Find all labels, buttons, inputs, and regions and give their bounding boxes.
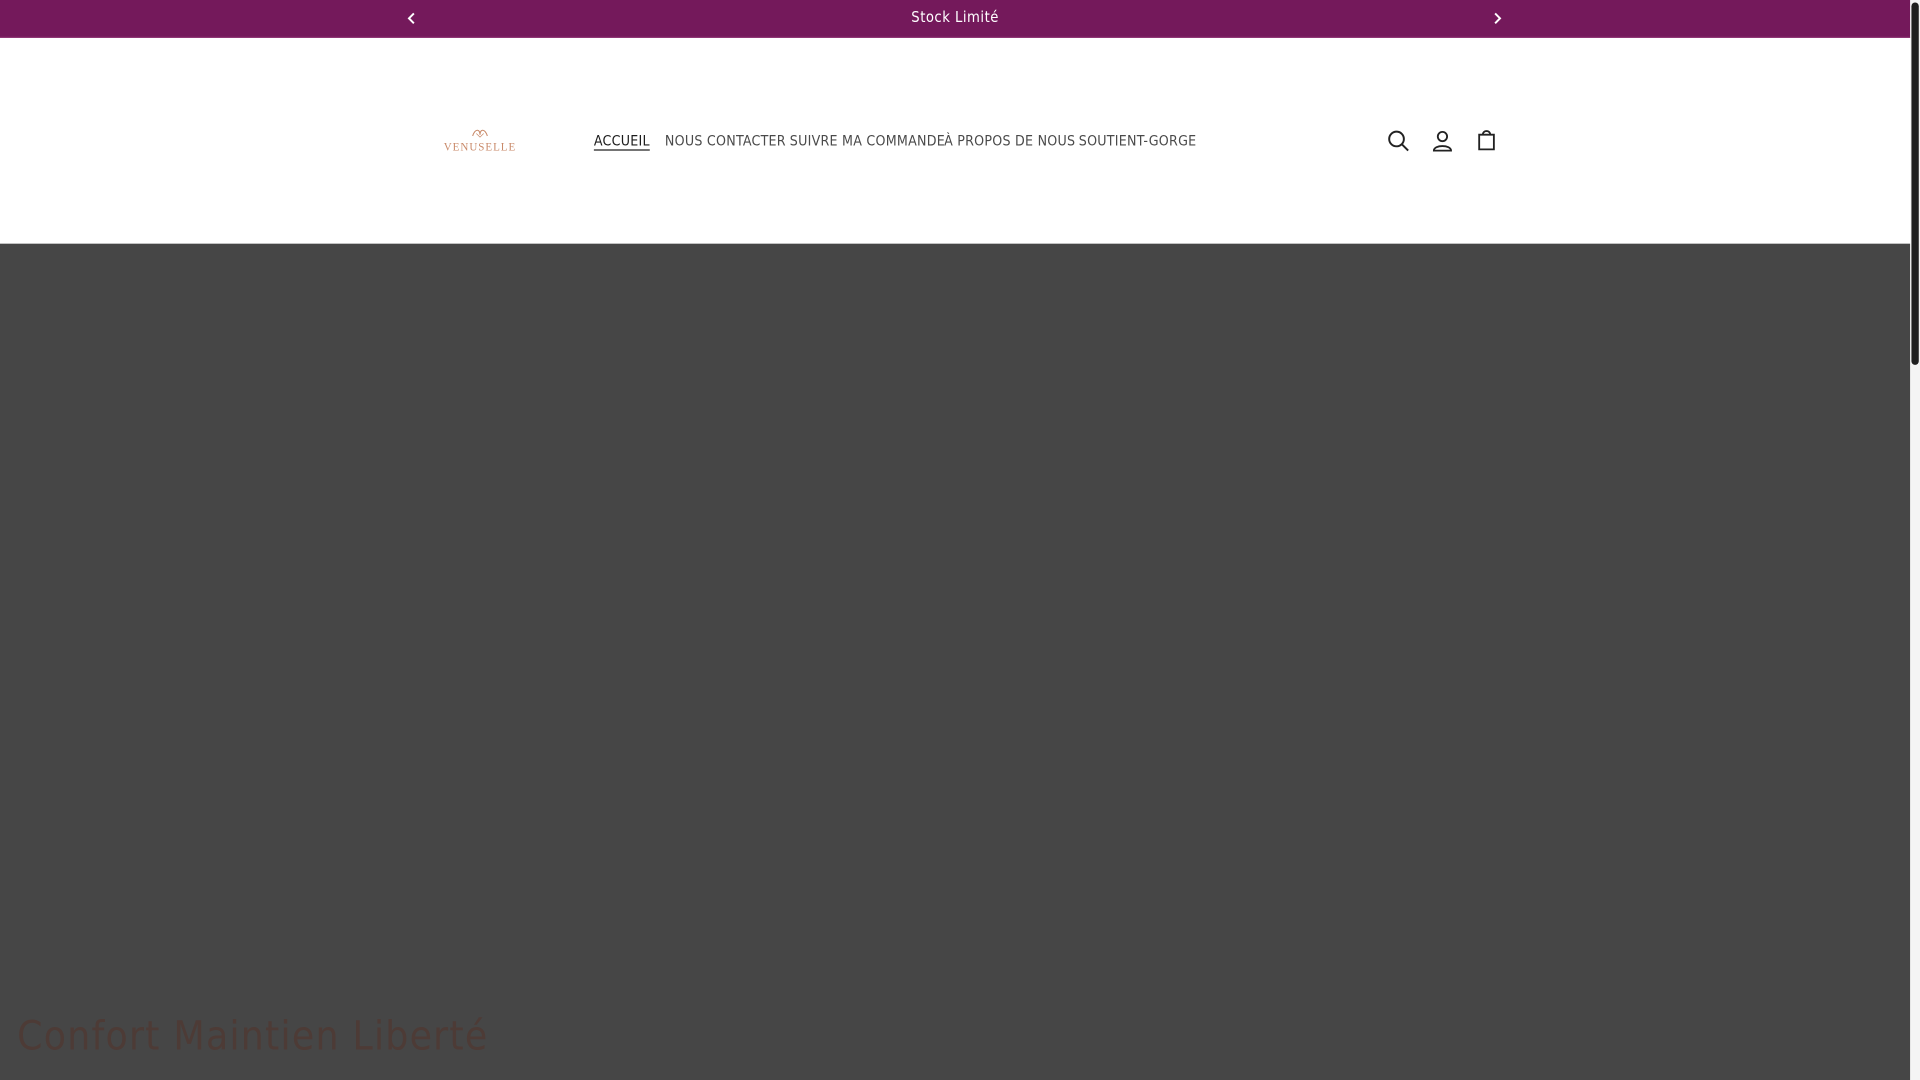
nav-accueil[interactable]: ACCUEIL xyxy=(594,132,650,149)
cart-icon[interactable] xyxy=(1473,127,1500,154)
hero-banner: Confort Maintien Liberté xyxy=(0,243,1911,1080)
hero-title: Confort Maintien Liberté xyxy=(17,1011,489,1060)
search-icon[interactable] xyxy=(1385,127,1412,154)
venuselle-logo[interactable]: VENUSELLE xyxy=(441,126,519,155)
logo-text: VENUSELLE xyxy=(443,140,517,154)
announcement-message: Stock Limité xyxy=(911,8,999,26)
nav-soutient-gorge[interactable]: SOUTIENT-GORGE xyxy=(1079,132,1197,149)
nav-a-propos-de-nous[interactable]: À PROPOS DE NOUS xyxy=(944,132,1075,149)
nav-suivre-ma-commande[interactable]: SUIVRE MA COMMANDE xyxy=(790,132,945,149)
account-icon[interactable] xyxy=(1429,127,1456,154)
announcement-bar: Stock Limité xyxy=(0,0,1911,38)
site-header: VENUSELLE ACCUEIL NOUS CONTACTER SUIVRE … xyxy=(0,37,1911,244)
nav-nous-contacter[interactable]: NOUS CONTACTER xyxy=(665,132,786,149)
scrollbar-thumb[interactable] xyxy=(1911,2,1919,365)
chevron-right-icon[interactable] xyxy=(1487,7,1509,29)
page-scrollbar[interactable] xyxy=(1910,0,1920,1080)
page: Stock Limité VENUSELLE ACCUEIL NOUS CONT… xyxy=(0,0,1920,1080)
